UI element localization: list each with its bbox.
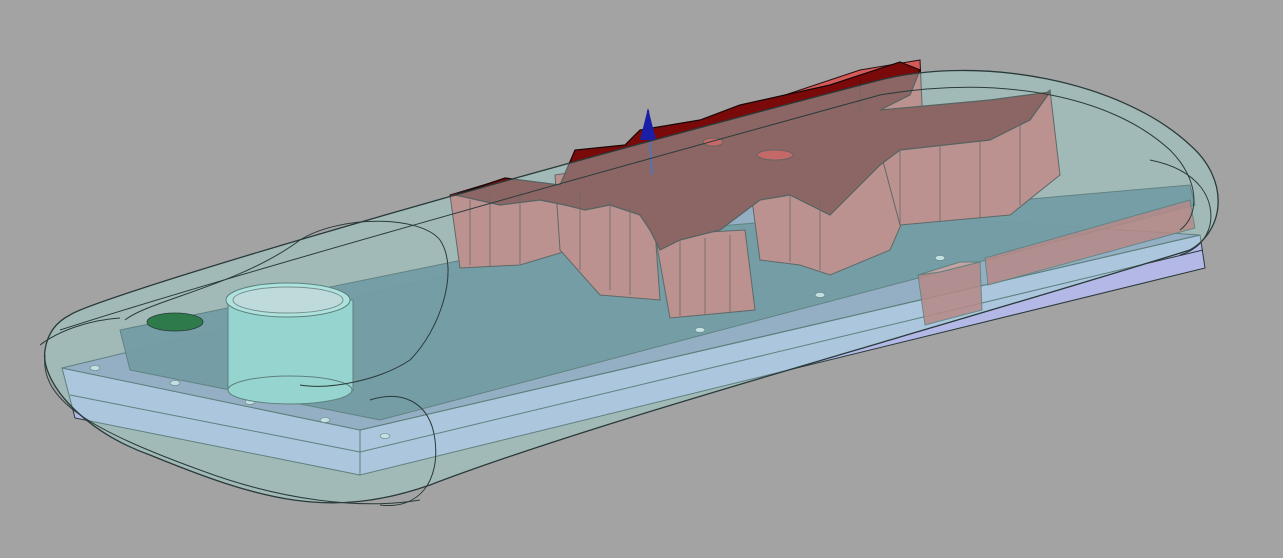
3d-viewport[interactable] [0, 0, 1283, 558]
3d-scene[interactable] [0, 0, 1283, 558]
green-pocket [146, 312, 204, 332]
